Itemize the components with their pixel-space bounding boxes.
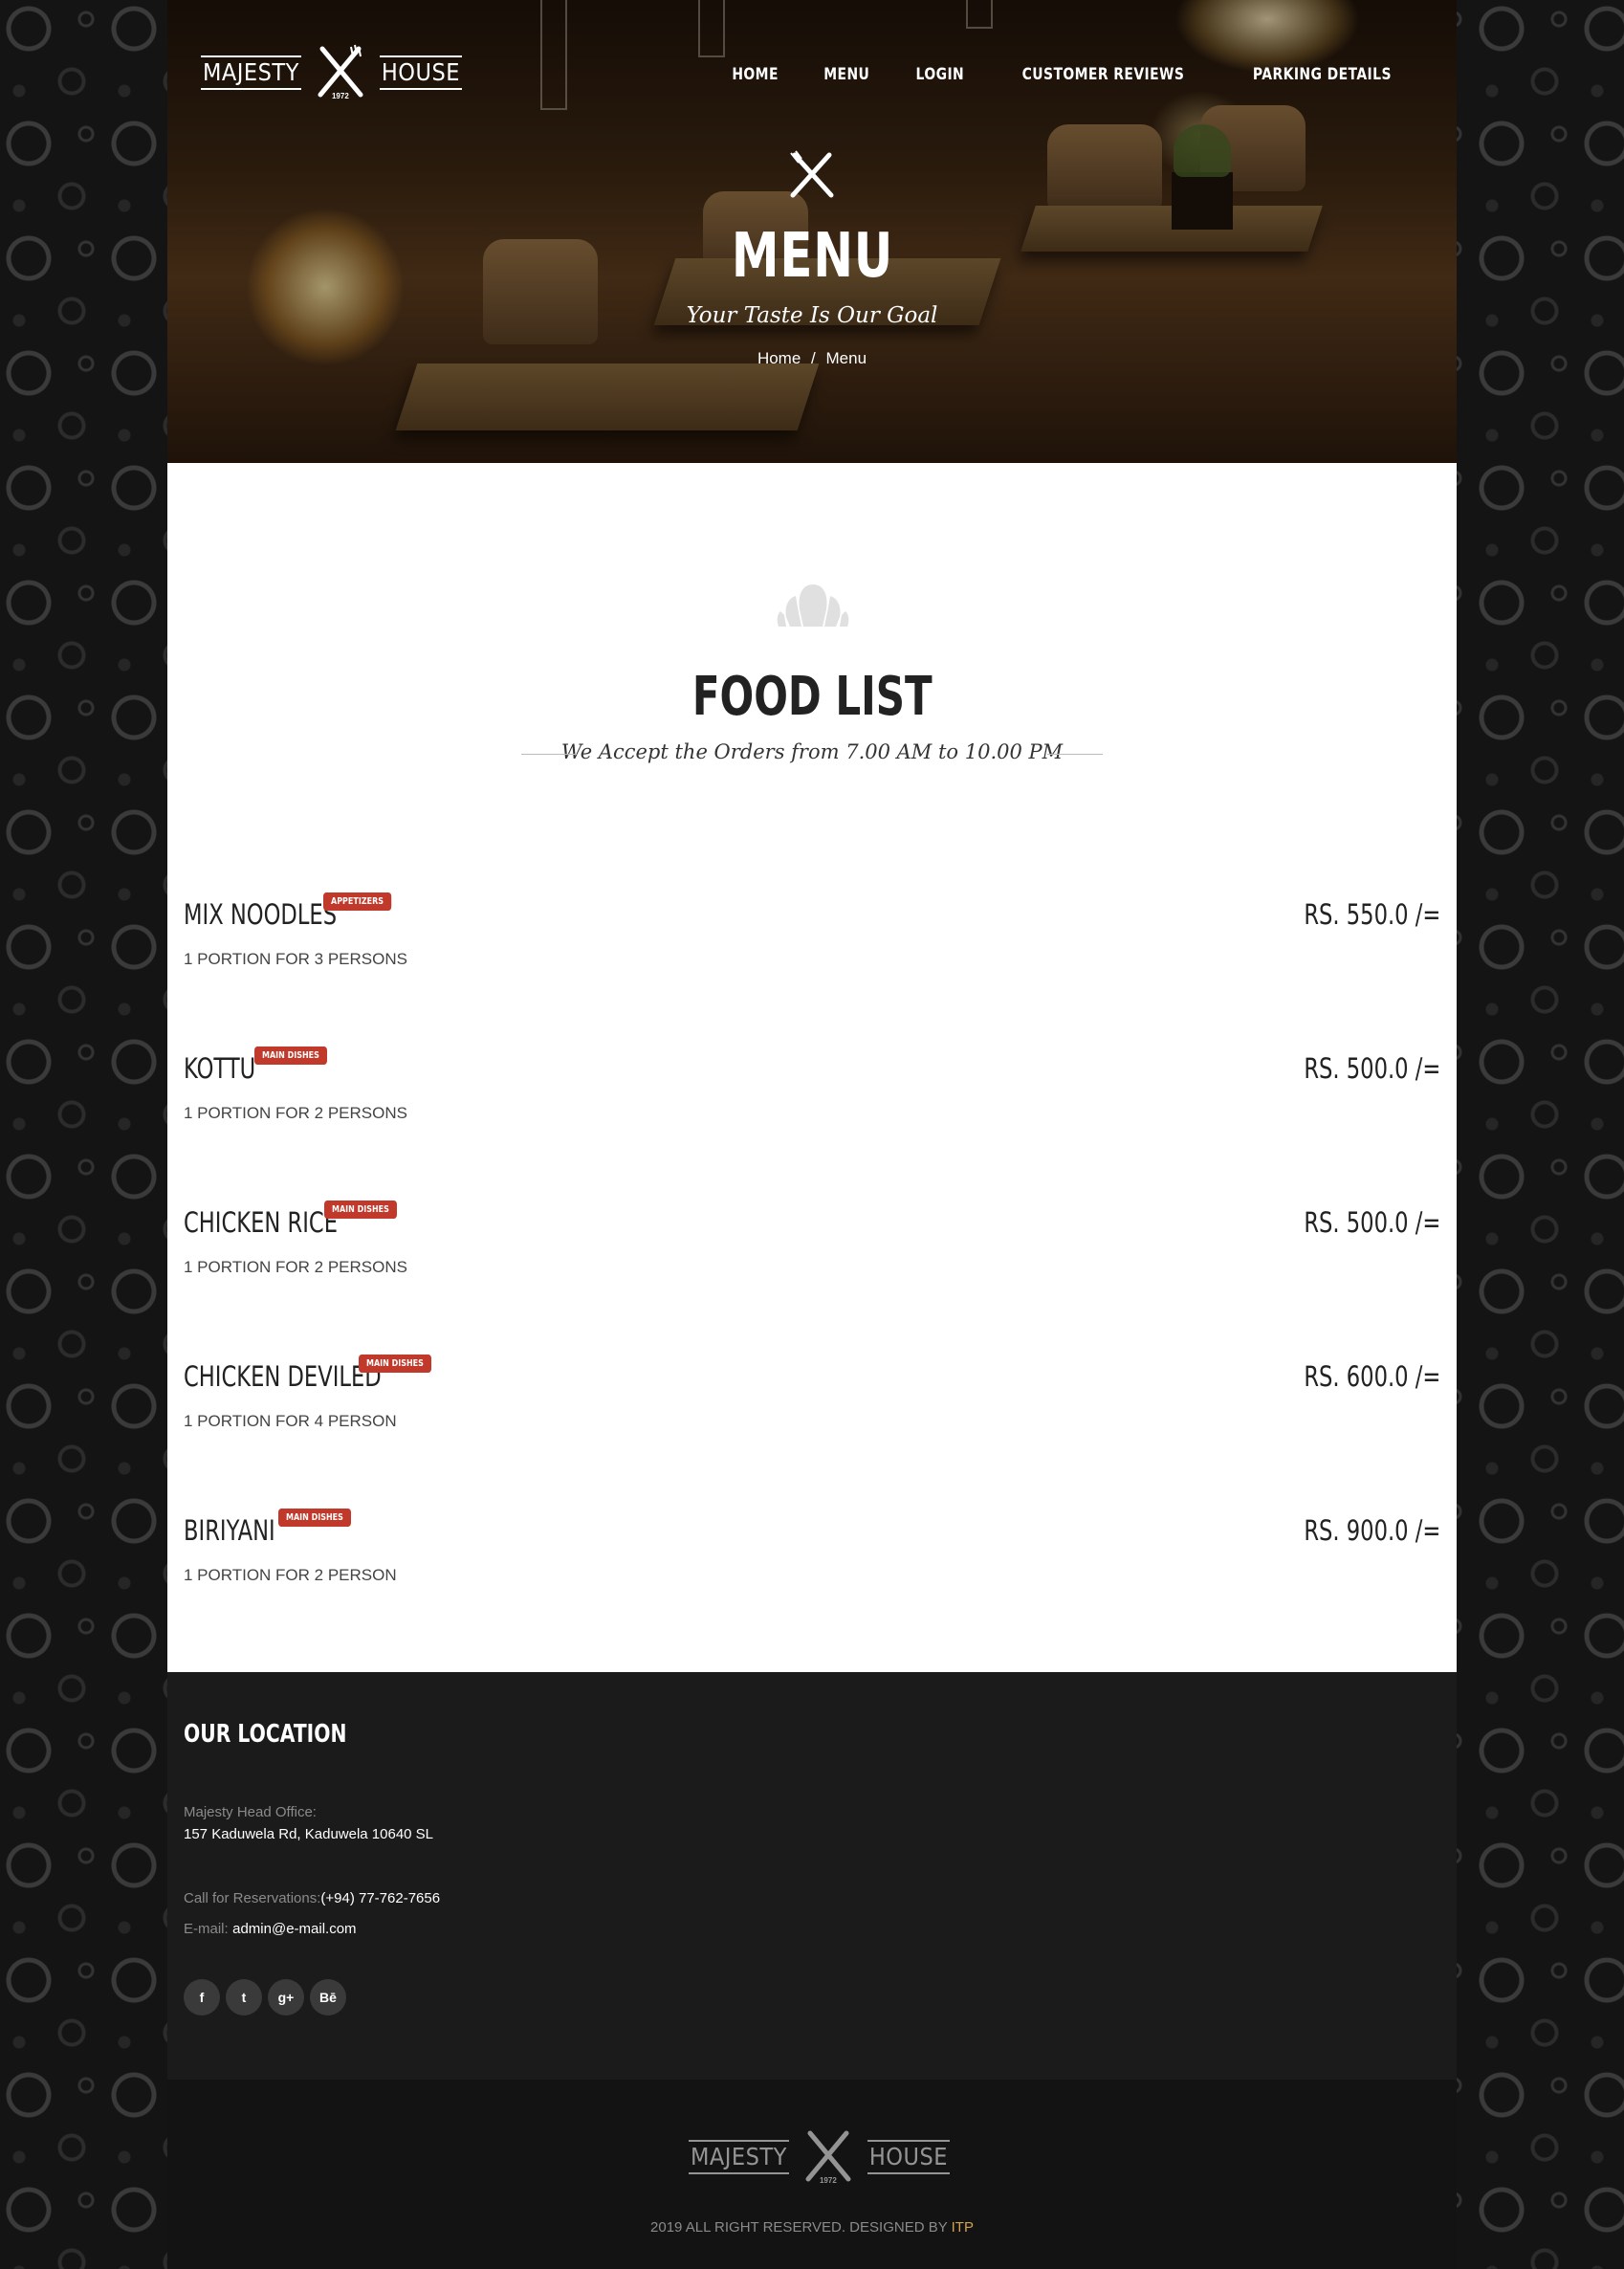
page-subtitle: Your Taste Is Our Goal xyxy=(686,303,938,328)
google-plus-icon[interactable]: g+ xyxy=(268,1979,304,2016)
main-nav: HOME MENU LOGIN CUSTOMER REVIEWS PARKING… xyxy=(727,65,1407,84)
menu-item[interactable]: KOTTU MAIN DISHES RS. 500.0 /= 1 PORTION… xyxy=(184,1046,1440,1206)
reservation-line: Call for Reservations:(+94) 77-762-7656 xyxy=(184,1890,440,1907)
footer-location: OUR LOCATION Majesty Head Office: 157 Ka… xyxy=(167,1672,1457,2080)
copyright-text: 2019 ALL RIGHT RESERVED. DESIGNED BY xyxy=(650,2219,948,2236)
footer-logo[interactable]: MAJESTY 1972 HOUSE xyxy=(689,2127,950,2187)
logo-word-left: MAJESTY xyxy=(201,55,301,90)
menu-item[interactable]: CHICKEN RICE MAIN DISHES RS. 500.0 /= 1 … xyxy=(184,1201,1440,1360)
crossed-cutlery-icon: 1972 xyxy=(307,43,374,102)
reservation-phone[interactable]: (+94) 77-762-7656 xyxy=(320,1890,440,1906)
breadcrumb-current: Menu xyxy=(825,349,867,367)
breadcrumb-separator: / xyxy=(811,349,816,367)
behance-icon[interactable]: Bē xyxy=(310,1979,346,2016)
nav-parking-details[interactable]: PARKING DETAILS xyxy=(1253,65,1392,84)
hero-heading-block: MENU Your Taste Is Our Goal Home / Menu xyxy=(167,148,1457,368)
category-badge: APPETIZERS xyxy=(323,892,392,911)
email-link[interactable]: admin@e-mail.com xyxy=(232,1921,356,1937)
category-badge: MAIN DISHES xyxy=(278,1509,351,1527)
page-wrapper: MAJESTY 1972 HOUSE HOME MENU LOGIN CUSTO… xyxy=(167,0,1457,2269)
item-price: RS. 600.0 /= xyxy=(1304,1360,1440,1393)
item-description: 1 PORTION FOR 2 PERSONS xyxy=(184,1258,407,1276)
hero-banner: MAJESTY 1972 HOUSE HOME MENU LOGIN CUSTO… xyxy=(167,0,1457,463)
section-subtitle: We Accept the Orders from 7.00 AM to 10.… xyxy=(521,740,1103,763)
site-logo[interactable]: MAJESTY 1972 HOUSE xyxy=(201,43,462,102)
office-label: Majesty Head Office: xyxy=(184,1804,317,1820)
item-name: MIX NOODLES xyxy=(184,898,338,931)
nav-home[interactable]: HOME xyxy=(732,65,779,84)
category-badge: MAIN DISHES xyxy=(254,1046,327,1065)
item-name: BIRIYANI xyxy=(184,1514,275,1547)
email-label: E-mail: xyxy=(184,1921,229,1937)
item-price: RS. 500.0 /= xyxy=(1304,1206,1440,1239)
office-address-block: Majesty Head Office: 157 Kaduwela Rd, Ka… xyxy=(184,1804,433,1842)
logo-year: 1972 xyxy=(819,2176,837,2185)
twitter-icon[interactable]: t xyxy=(226,1979,262,2016)
item-description: 1 PORTION FOR 4 PERSON xyxy=(184,1412,397,1430)
menu-list: MIX NOODLES APPETIZERS RS. 550.0 /= 1 PO… xyxy=(184,892,1440,1668)
logo-word-right: HOUSE xyxy=(379,55,462,90)
menu-item[interactable]: CHICKEN DEVILED MAIN DISHES RS. 600.0 /=… xyxy=(184,1355,1440,1514)
nav-customer-reviews[interactable]: CUSTOMER REVIEWS xyxy=(1022,65,1185,84)
logo-year: 1972 xyxy=(331,92,349,100)
social-links: f t g+ Bē xyxy=(184,1979,346,2016)
menu-item[interactable]: MIX NOODLES APPETIZERS RS. 550.0 /= 1 PO… xyxy=(184,892,1440,1052)
category-badge: MAIN DISHES xyxy=(359,1355,431,1373)
section-title: FOOD LIST xyxy=(691,666,933,728)
item-price: RS. 900.0 /= xyxy=(1304,1514,1440,1547)
food-list-section: FOOD LIST We Accept the Orders from 7.00… xyxy=(167,463,1457,1672)
copyright: 2019 ALL RIGHT RESERVED. DESIGNED BY ITP xyxy=(167,2219,1457,2236)
category-badge: MAIN DISHES xyxy=(324,1201,397,1219)
item-price: RS. 550.0 /= xyxy=(1304,898,1440,931)
footer-bottom: MAJESTY 1972 HOUSE 2019 ALL RIGHT RESERV… xyxy=(167,2080,1457,2269)
item-price: RS. 500.0 /= xyxy=(1304,1052,1440,1085)
page-title: MENU xyxy=(731,221,893,292)
nav-menu[interactable]: MENU xyxy=(823,65,869,84)
breadcrumb: Home / Menu xyxy=(167,349,1457,368)
reservation-label: Call for Reservations: xyxy=(184,1890,321,1906)
item-name: CHICKEN DEVILED xyxy=(184,1360,382,1393)
location-title: OUR LOCATION xyxy=(184,1720,347,1749)
nav-login[interactable]: LOGIN xyxy=(915,65,964,84)
croissant-icon xyxy=(777,584,849,627)
item-description: 1 PORTION FOR 3 PERSONS xyxy=(184,950,407,968)
breadcrumb-home[interactable]: Home xyxy=(757,349,801,367)
logo-word-right: HOUSE xyxy=(867,2140,950,2174)
item-name: CHICKEN RICE xyxy=(184,1206,338,1239)
item-description: 1 PORTION FOR 2 PERSONS xyxy=(184,1104,407,1122)
item-name: KOTTU xyxy=(184,1052,256,1085)
email-line: E-mail: admin@e-mail.com xyxy=(184,1921,357,1938)
menu-item[interactable]: BIRIYANI MAIN DISHES RS. 900.0 /= 1 PORT… xyxy=(184,1509,1440,1668)
designer-link[interactable]: ITP xyxy=(952,2219,974,2236)
item-description: 1 PORTION FOR 2 PERSON xyxy=(184,1566,397,1584)
facebook-icon[interactable]: f xyxy=(184,1979,220,2016)
office-address: 157 Kaduwela Rd, Kaduwela 10640 SL xyxy=(184,1826,434,1842)
logo-word-left: MAJESTY xyxy=(689,2140,789,2174)
crossed-cutlery-icon: 1972 xyxy=(795,2127,862,2187)
